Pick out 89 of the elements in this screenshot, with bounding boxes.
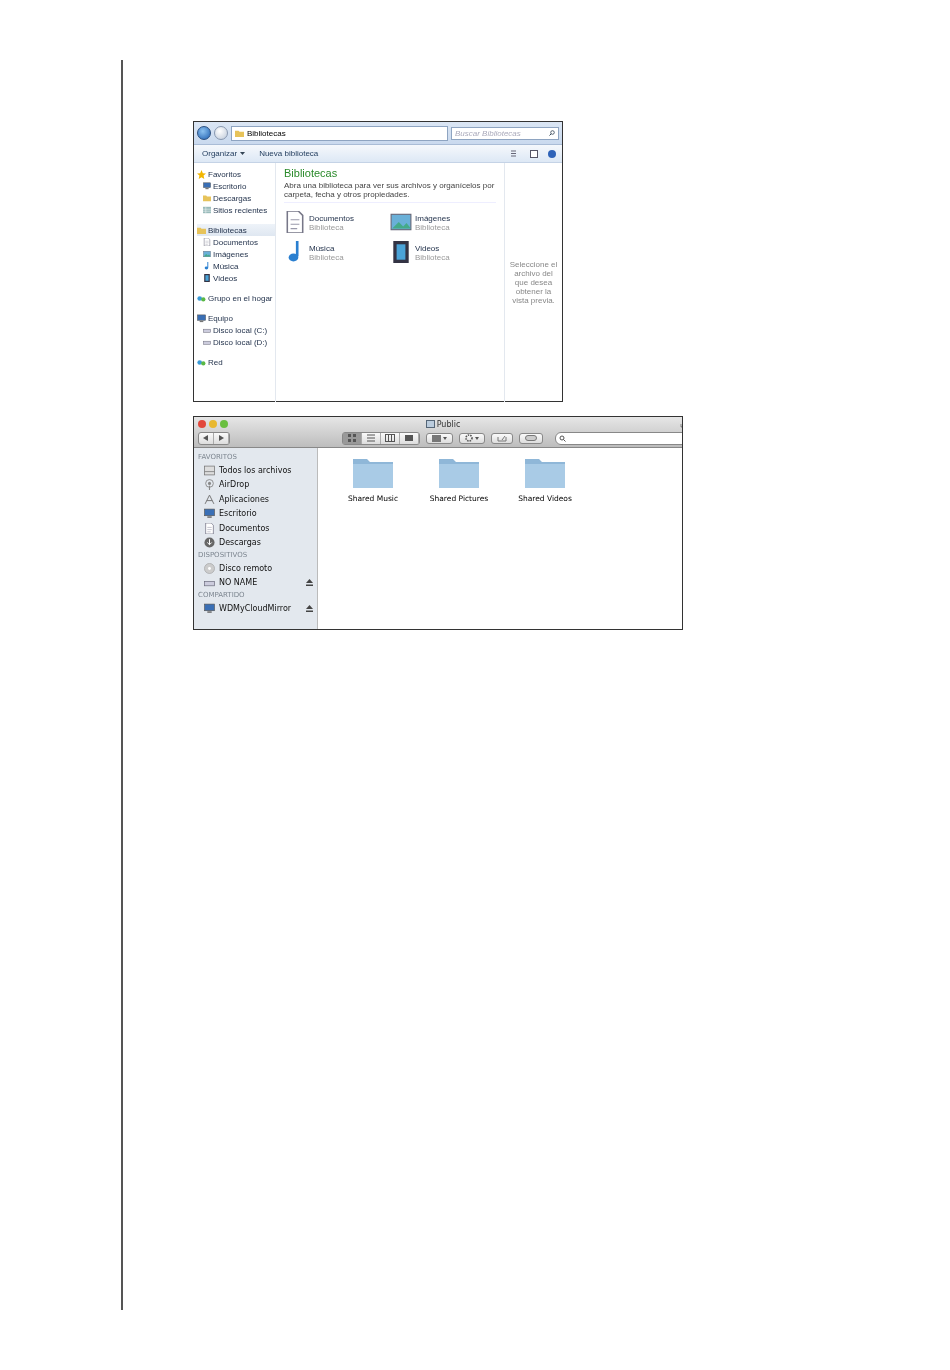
- airdrop-icon: [204, 479, 215, 491]
- download-icon: [204, 537, 215, 549]
- nav-item[interactable]: Descargas: [197, 192, 275, 204]
- library-item[interactable]: Documentos Biblioteca: [284, 211, 390, 233]
- sidebar-item[interactable]: AirDrop: [198, 477, 313, 492]
- search-input[interactable]: Buscar Bibliotecas: [455, 128, 545, 138]
- nav-item[interactable]: Equipo: [197, 312, 275, 324]
- monitor-icon: [197, 313, 206, 323]
- sidebar-item[interactable]: Disco remoto: [198, 561, 313, 576]
- library-item[interactable]: Imágenes Biblioteca: [390, 211, 496, 233]
- heading: Bibliotecas: [284, 167, 339, 179]
- caret-icon: [475, 436, 479, 440]
- caret-icon: [240, 152, 246, 155]
- columns-icon: [385, 433, 395, 443]
- eject-icon[interactable]: [306, 604, 313, 612]
- nav-item[interactable]: Imágenes: [197, 248, 275, 260]
- document-icon: [284, 211, 306, 233]
- arrange-icon: [432, 434, 441, 442]
- search-icon: [559, 434, 566, 442]
- tag-icon: [525, 435, 537, 441]
- nav-item[interactable]: Bibliotecas: [197, 224, 275, 236]
- share-button[interactable]: [491, 432, 513, 444]
- nav-item[interactable]: Favoritos: [197, 168, 275, 180]
- folder-icon: [438, 456, 480, 488]
- sidebar-item[interactable]: WDMyCloudMirror: [198, 601, 313, 616]
- music-note-icon: [203, 262, 211, 270]
- drawer-icon: [204, 464, 215, 476]
- picture-icon: [390, 211, 412, 233]
- action-button[interactable]: [459, 432, 485, 444]
- address-bar[interactable]: Bibliotecas: [231, 125, 448, 141]
- cover-flow-icon: [404, 433, 414, 443]
- folder-icon: [524, 456, 566, 488]
- toolbar-button[interactable]: Nueva biblioteca: [257, 148, 321, 159]
- preview-pane-icon[interactable]: [530, 149, 538, 158]
- film-icon: [390, 241, 412, 263]
- gear-icon: [465, 434, 473, 442]
- sidebar-item[interactable]: Todos los archivos: [198, 463, 313, 478]
- left-triangle-icon: [203, 435, 209, 441]
- folder-icon: [203, 194, 211, 202]
- document-icon: [203, 238, 211, 246]
- nav-item[interactable]: Disco local (D:): [197, 336, 275, 348]
- sidebar-item[interactable]: Descargas: [198, 535, 313, 550]
- icon-grid-icon: [347, 433, 357, 443]
- nav-item[interactable]: Música: [197, 260, 275, 272]
- document-icon: [204, 522, 215, 534]
- sidebar-item[interactable]: NO NAME: [198, 575, 313, 590]
- folder-icon: [352, 456, 394, 488]
- window-title: Public: [436, 419, 461, 429]
- folder-icon: [197, 225, 206, 235]
- nav-item[interactable]: Videos: [197, 272, 275, 284]
- library-item[interactable]: Música Biblioteca: [284, 241, 390, 263]
- sidebar-item[interactable]: Aplicaciones: [198, 492, 313, 507]
- caret-icon: [443, 436, 447, 440]
- library-item[interactable]: Videos Biblioteca: [390, 241, 496, 263]
- recent-places-icon: [203, 206, 211, 214]
- disc-icon: [204, 562, 215, 574]
- arrange-button[interactable]: [426, 432, 453, 444]
- picture-icon: [203, 250, 211, 258]
- folder-icon: [235, 128, 244, 138]
- share-icon: [497, 434, 507, 442]
- view-button[interactable]: [343, 432, 362, 444]
- monitor-icon: [203, 182, 211, 190]
- close-button[interactable]: [198, 420, 206, 428]
- star-icon: [197, 169, 206, 179]
- sidebar-item[interactable]: Escritorio: [198, 506, 313, 521]
- nav-item[interactable]: Red: [197, 356, 275, 368]
- sidebar-item[interactable]: Documentos: [198, 521, 313, 536]
- toolbar-button[interactable]: Organizar: [200, 148, 248, 159]
- nav-item[interactable]: Escritorio: [197, 180, 275, 192]
- tag-button[interactable]: [519, 432, 543, 444]
- back-button[interactable]: [197, 126, 211, 140]
- folder-icon: [425, 420, 435, 428]
- film-icon: [203, 274, 211, 282]
- right-triangle-icon: [218, 435, 224, 441]
- preview-message: Seleccione el archivo del que desea obtener la vista previa.: [504, 163, 562, 402]
- apps-icon: [204, 493, 215, 505]
- search-field[interactable]: [555, 431, 682, 445]
- search-field[interactable]: Buscar Bibliotecas: [451, 126, 559, 140]
- eject-icon[interactable]: [306, 579, 313, 587]
- nav-item[interactable]: Documentos: [197, 236, 275, 248]
- nav-item[interactable]: Sitios recientes: [197, 204, 275, 216]
- list-icon: [366, 433, 376, 443]
- nav-item[interactable]: Grupo en el hogar: [197, 292, 275, 304]
- monitor-icon: [204, 508, 215, 520]
- monitor-icon: [204, 602, 215, 614]
- description: Abra una biblioteca para ver sus archivos y organícelos por carpeta, fecha y otros propiedades.: [284, 181, 496, 199]
- nav-item[interactable]: Disco local (C:): [197, 324, 275, 336]
- breadcrumb[interactable]: Bibliotecas: [247, 128, 286, 138]
- search-icon: [549, 130, 555, 136]
